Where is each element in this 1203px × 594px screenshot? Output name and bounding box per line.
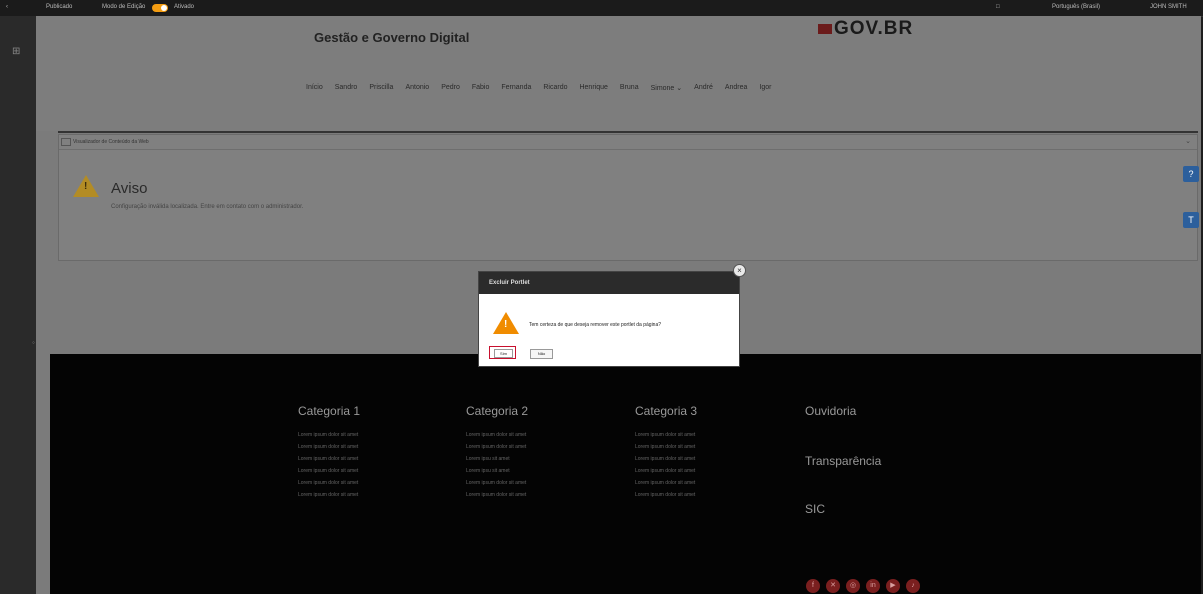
logo-mark-icon — [818, 24, 832, 34]
portlet-header: Visualizador de Conteúdo da Web ⌄ — [59, 135, 1197, 150]
footer-link[interactable]: Lorem ipsum dolor sit amet — [466, 480, 528, 492]
nav-item-inicio[interactable]: Início — [306, 84, 323, 92]
admin-topbar: ‹ Publicado Modo de Edição Ativado □ Por… — [0, 0, 1203, 17]
youtube-icon[interactable]: ▶ — [886, 579, 900, 593]
collapse-handle-icon[interactable]: ◦ — [32, 338, 35, 347]
publish-menu[interactable]: Publicado — [46, 4, 72, 10]
nav-item-antonio[interactable]: Antonio — [405, 84, 429, 92]
portlet-options-icon[interactable]: ⌄ — [1185, 137, 1191, 145]
translate-icon[interactable]: T — [1183, 212, 1199, 228]
language-selector[interactable]: Português (Brasil) — [1052, 4, 1100, 10]
site-title[interactable]: Gestão e Governo Digital — [314, 30, 469, 45]
footer-link[interactable]: Lorem ipsum dolor sit amet — [635, 480, 697, 492]
left-rail: ⊞ ◦ — [0, 16, 36, 594]
footer-link-transparencia[interactable]: Transparência — [805, 454, 881, 468]
nav-item-igor[interactable]: Igor — [759, 84, 771, 92]
nav-item-priscilla[interactable]: Priscilla — [369, 84, 393, 92]
nav-item-fernanda[interactable]: Fernanda — [501, 84, 531, 92]
main-nav: Início Sandro Priscilla Antonio Pedro Fa… — [306, 84, 771, 92]
dialog-title: Excluir Portlet — [489, 280, 530, 286]
nav-item-ricardo[interactable]: Ricardo — [543, 84, 567, 92]
footer-link[interactable]: Lorem ipsum dolor sit amet — [298, 456, 360, 468]
warning-icon: ! — [73, 175, 99, 197]
menu-icon[interactable]: ‹ — [6, 4, 8, 10]
nav-item-andrea[interactable]: Andrea — [725, 84, 748, 92]
dialog-message: Tem certeza de que deseja remover este p… — [529, 322, 662, 328]
site-header: Gestão e Governo Digital GOV.BR Início S… — [36, 16, 1201, 131]
nav-item-henrique[interactable]: Henrique — [579, 84, 607, 92]
nav-item-sandro[interactable]: Sandro — [335, 84, 358, 92]
nav-item-andre[interactable]: André — [694, 84, 713, 92]
footer-link-ouvidoria[interactable]: Ouvidoria — [805, 404, 856, 418]
close-icon[interactable]: × — [733, 264, 746, 277]
footer-link[interactable]: Lorem ipsu sit amet — [466, 468, 528, 480]
user-menu[interactable]: JOHN SMITH — [1150, 4, 1187, 10]
footer-link[interactable]: Lorem ipsum dolor sit amet — [466, 492, 528, 504]
edit-mode-toggle[interactable] — [152, 4, 168, 12]
nav-item-bruna[interactable]: Bruna — [620, 84, 639, 92]
footer-link[interactable]: Lorem ipsum dolor sit amet — [298, 432, 360, 444]
nav-item-simone[interactable]: Simone ⌄ — [651, 84, 683, 92]
web-content-portlet: Visualizador de Conteúdo da Web ⌄ ! Avis… — [58, 134, 1198, 261]
header-divider — [58, 131, 1198, 133]
footer-link[interactable]: Lorem ipsum dolor sit amet — [635, 456, 697, 468]
footer-link[interactable]: Lorem ipsum dolor sit amet — [635, 432, 697, 444]
edit-mode-label: Modo de Edição — [102, 4, 146, 10]
footer-link-sic[interactable]: SIC — [805, 502, 825, 516]
footer-link[interactable]: Lorem ipsum dolor sit amet — [635, 492, 697, 504]
nav-item-fabio[interactable]: Fabio — [472, 84, 490, 92]
notifications-icon[interactable]: □ — [996, 4, 1000, 10]
footer-column-1: Categoria 1 Lorem ipsum dolor sit amet L… — [298, 404, 360, 504]
site-footer: Categoria 1 Lorem ipsum dolor sit amet L… — [50, 354, 1201, 594]
footer-link[interactable]: Lorem ipsum dolor sit amet — [298, 480, 360, 492]
footer-column-3: Categoria 3 Lorem ipsum dolor sit amet L… — [635, 404, 697, 504]
toggle-state-label: Ativado — [174, 4, 195, 10]
footer-column-title: Categoria 3 — [635, 404, 698, 418]
x-icon[interactable]: ✕ — [826, 579, 840, 593]
yes-button[interactable]: Sim — [494, 349, 513, 358]
alert-title: Aviso — [111, 180, 148, 197]
linkedin-icon[interactable]: in — [866, 579, 880, 593]
footer-column-title: Categoria 2 — [466, 404, 529, 418]
chevron-down-icon: ⌄ — [676, 85, 683, 92]
footer-column-title: Categoria 1 — [298, 404, 361, 418]
dialog-warning-icon: ! — [493, 312, 519, 334]
footer-link[interactable]: Lorem ipsum dolor sit amet — [298, 492, 360, 504]
facebook-icon[interactable]: f — [806, 579, 820, 593]
alert-text: Configuração inválida localizada. Entre … — [111, 204, 304, 210]
tiktok-icon[interactable]: ♪ — [906, 579, 920, 593]
logo-text: GOV.BR — [834, 18, 914, 39]
footer-link[interactable]: Lorem ipsum dolor sit amet — [635, 468, 697, 480]
remove-portlet-dialog: Excluir Portlet × ! Tem certeza de que d… — [478, 264, 746, 367]
nav-item-simone-label: Simone — [650, 85, 675, 92]
social-links: f ✕ ◎ in ▶ ♪ — [806, 579, 920, 593]
dialog-header: Excluir Portlet — [479, 272, 739, 294]
footer-link[interactable]: Lorem ipsum dolor sit amet — [466, 432, 528, 444]
info-icon[interactable]: ? — [1183, 166, 1199, 182]
footer-link[interactable]: Lorem ipsum dolor sit amet — [298, 444, 360, 456]
footer-link[interactable]: Lorem ipsum dolor sit amet — [466, 444, 528, 456]
footer-column-2: Categoria 2 Lorem ipsum dolor sit amet L… — [466, 404, 528, 504]
gov-br-logo[interactable]: GOV.BR — [818, 18, 913, 40]
portlet-icon — [61, 138, 71, 146]
footer-link[interactable]: Lorem ipsu sit amet — [466, 456, 528, 468]
yes-button-highlight: Sim — [489, 346, 516, 359]
footer-link[interactable]: Lorem ipsum dolor sit amet — [635, 444, 697, 456]
footer-link[interactable]: Lorem ipsum dolor sit amet — [298, 468, 360, 480]
portlet-header-title: Visualizador de Conteúdo da Web — [73, 139, 149, 145]
no-button[interactable]: Não — [530, 349, 553, 359]
instagram-icon[interactable]: ◎ — [846, 579, 860, 593]
product-menu-icon[interactable]: ⊞ — [12, 46, 20, 57]
nav-item-pedro[interactable]: Pedro — [441, 84, 460, 92]
